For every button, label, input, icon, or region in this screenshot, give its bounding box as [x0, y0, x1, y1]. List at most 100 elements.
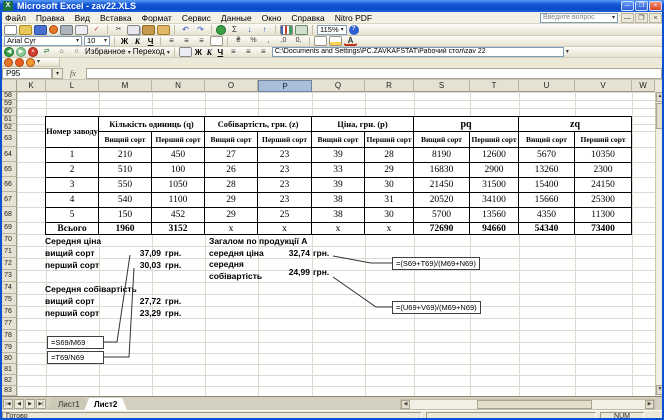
row-header-75[interactable]: 75 [0, 294, 17, 306]
currency-style-icon[interactable]: ₴ [232, 36, 245, 46]
row-header-69[interactable]: 69 [0, 222, 17, 234]
font-name-combo[interactable]: Arial Cyr ▾ [4, 36, 82, 46]
insert-function-button[interactable]: fx [70, 68, 84, 79]
next-sheet-button[interactable]: ▶ [25, 399, 35, 409]
row-header-83[interactable]: 83 [0, 386, 17, 396]
column-header-S[interactable]: S [414, 80, 470, 92]
workbook-restore-button[interactable]: ❐ [635, 13, 648, 23]
italic-button-2[interactable]: К [205, 48, 214, 57]
underline-button[interactable]: Ч [145, 37, 156, 46]
row-header-70[interactable]: 70 [0, 234, 17, 246]
forward-icon[interactable]: ▶ [16, 47, 26, 57]
increase-decimal-icon[interactable]: ,0 [277, 36, 290, 46]
row-header-58[interactable]: 58 [0, 92, 17, 100]
align-center-icon-2[interactable]: ≡ [242, 47, 255, 57]
row-header-59[interactable]: 59 [0, 100, 17, 108]
row-header-65[interactable]: 65 [0, 162, 17, 177]
menu-item-Файл[interactable]: Файл [0, 12, 31, 24]
percent-style-icon[interactable]: % [247, 36, 260, 46]
menu-item-Формат[interactable]: Формат [137, 12, 177, 24]
column-header-Q[interactable]: Q [312, 80, 365, 92]
column-header-O[interactable]: O [205, 80, 258, 92]
scroll-left-icon[interactable]: ◀ [401, 400, 410, 409]
select-all-corner[interactable] [0, 80, 17, 92]
bold-button-2[interactable]: Ж [194, 48, 203, 57]
sort-ascending-icon[interactable]: ↓ [243, 25, 256, 35]
row-header-72[interactable]: 72 [0, 258, 17, 270]
chart-wizard-icon[interactable] [280, 24, 293, 35]
minimize-button[interactable]: — [621, 1, 634, 11]
align-left-icon[interactable]: ≡ [165, 36, 178, 46]
zoom-combo[interactable]: 115% ▾ [317, 24, 347, 35]
column-header-U[interactable]: U [519, 80, 575, 92]
scroll-up-icon[interactable]: ▲ [656, 92, 664, 102]
row-header-82[interactable]: 82 [0, 375, 17, 386]
menu-item-Вид[interactable]: Вид [70, 12, 95, 24]
fill-color-icon[interactable] [329, 36, 342, 46]
question-box[interactable]: Введите вопрос ▾ [540, 13, 618, 23]
row-header-63[interactable]: 63 [0, 131, 17, 147]
menu-item-Сервис[interactable]: Сервис [177, 12, 216, 24]
column-header-P[interactable]: P [258, 80, 312, 92]
horizontal-scrollbar[interactable]: ◀ ▶ [400, 399, 655, 410]
new-document-icon[interactable] [4, 24, 17, 35]
cut-icon[interactable]: ✂ [112, 25, 125, 35]
scroll-down-icon[interactable]: ▼ [656, 385, 664, 395]
spelling-icon[interactable]: ✓ [90, 25, 103, 35]
redo-icon[interactable]: ↷ [194, 25, 207, 35]
menu-item-Вставка[interactable]: Вставка [95, 12, 137, 24]
menu-item-Nitro PDF[interactable]: Nitro PDF [330, 12, 377, 24]
last-sheet-button[interactable]: ▶| [36, 399, 46, 409]
align-right-icon-2[interactable]: ≡ [257, 47, 270, 57]
maximize-button[interactable]: ❐ [635, 1, 648, 11]
format-painter-icon[interactable] [157, 24, 170, 35]
home-icon[interactable]: ⌂ [55, 47, 68, 57]
scroll-right-icon[interactable]: ▶ [645, 400, 654, 409]
font-size-combo[interactable]: 10 ▾ [84, 36, 110, 46]
open-icon[interactable] [19, 24, 32, 35]
row-header-62[interactable]: 62 [0, 124, 17, 131]
hyperlink-icon[interactable] [216, 24, 226, 35]
row-header-80[interactable]: 80 [0, 353, 17, 364]
menu-item-Справка[interactable]: Справка [286, 12, 329, 24]
italic-button[interactable]: К [132, 37, 143, 46]
row-header-61[interactable]: 61 [0, 116, 17, 124]
align-center-icon[interactable]: ≡ [180, 36, 193, 46]
bold-button[interactable]: Ж [119, 37, 130, 46]
underline-button-2[interactable]: Ч [216, 48, 225, 57]
formula-input[interactable] [86, 68, 662, 79]
align-left-icon-2[interactable]: ≡ [227, 47, 240, 57]
go-dropdown[interactable]: Переход ▾ [133, 47, 170, 57]
borders-icon[interactable] [314, 36, 327, 46]
menu-item-Окно[interactable]: Окно [257, 12, 287, 24]
formula-callout-cost-overall[interactable]: =(U69+V69)/(M69+N69) [392, 301, 481, 314]
column-header-M[interactable]: M [99, 80, 152, 92]
horizontal-scroll-thumb[interactable] [477, 400, 592, 409]
formula-callout-price-first[interactable]: =T69/N69 [47, 351, 104, 364]
nitro-pdf-icon[interactable] [49, 25, 58, 34]
row-header-79[interactable]: 79 [0, 342, 17, 353]
nitro-convert-icon[interactable] [15, 57, 24, 67]
favorites-dropdown[interactable]: Избранное ▾ [85, 47, 131, 57]
row-header-74[interactable]: 74 [0, 282, 17, 294]
drawing-icon[interactable] [295, 24, 308, 35]
workbook-minimize-button[interactable]: — [621, 13, 634, 23]
print-preview-icon[interactable] [75, 24, 88, 35]
column-header-K[interactable]: K [17, 80, 46, 92]
refresh-icon[interactable]: ⇄ [40, 47, 53, 57]
undo-icon[interactable]: ↶ [179, 25, 192, 35]
address-combo[interactable]: C:\Documents and Settings\PC.ZAVKAFSTAT\… [271, 47, 564, 57]
vertical-scroll-thumb[interactable] [656, 103, 664, 129]
column-header-W[interactable]: W [632, 80, 655, 92]
toolbar-options-icon[interactable]: ▾ [37, 58, 40, 66]
row-header-78[interactable]: 78 [0, 330, 17, 342]
comma-style-icon[interactable]: , [262, 36, 275, 46]
font-color-icon[interactable]: А [344, 36, 357, 46]
row-header-67[interactable]: 67 [0, 192, 17, 207]
name-box[interactable]: P95 [2, 68, 52, 79]
column-header-R[interactable]: R [365, 80, 414, 92]
column-header-V[interactable]: V [575, 80, 632, 92]
prev-sheet-button[interactable]: ◀ [14, 399, 24, 409]
decrease-decimal-icon[interactable]: 0, [292, 36, 305, 46]
show-toolbar-icon[interactable] [178, 47, 192, 57]
